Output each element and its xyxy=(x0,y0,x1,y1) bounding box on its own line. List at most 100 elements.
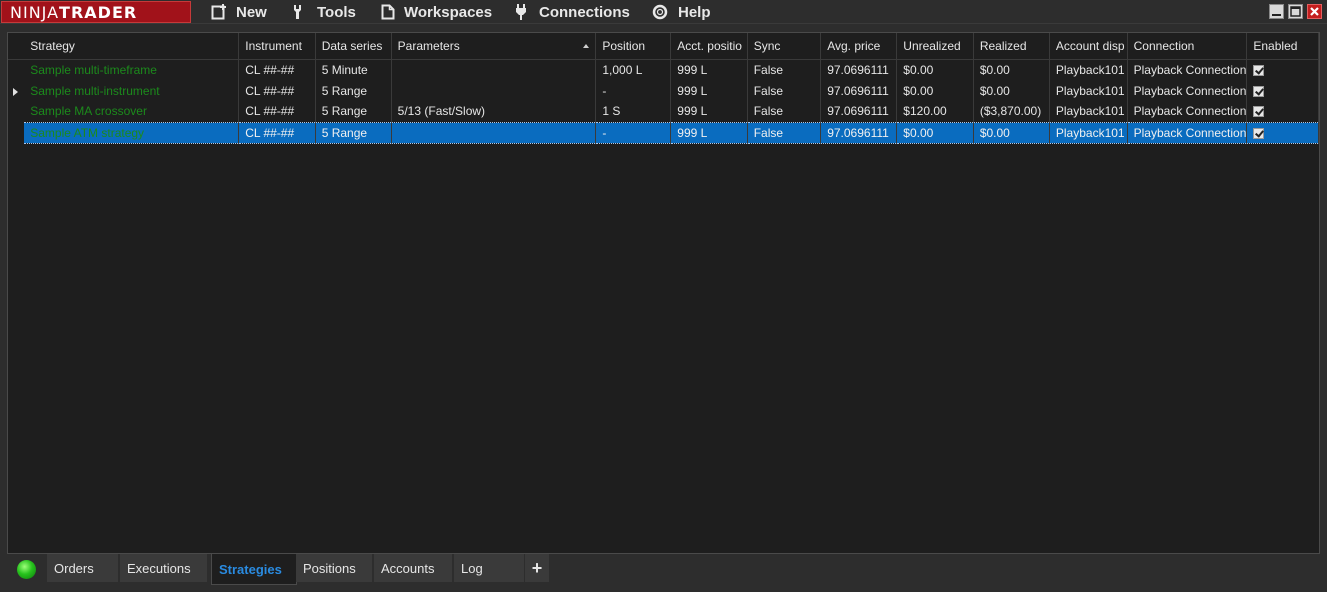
cell-connection: Playback Connection xyxy=(1127,101,1248,122)
cell-strategy: Sample multi-instrument xyxy=(24,80,240,101)
menu-connections[interactable]: Connections xyxy=(515,0,630,24)
cell-unrealized: $0.00 xyxy=(896,80,974,101)
col-header-instrument[interactable]: Instrument xyxy=(238,33,316,60)
col-header-realized[interactable]: Realized xyxy=(973,33,1050,60)
enabled-checkbox[interactable] xyxy=(1253,106,1265,118)
tab-orders[interactable]: Orders xyxy=(47,554,118,582)
new-icon xyxy=(211,4,226,20)
close-button[interactable] xyxy=(1307,4,1322,19)
col-header-parameters[interactable]: Parameters xyxy=(391,33,597,60)
cell-strategy: Sample ATM strategy xyxy=(24,121,240,144)
col-header-parameters-label: Parameters xyxy=(397,38,460,53)
menu-help[interactable]: Help xyxy=(652,0,711,24)
col-header-sync[interactable]: Sync xyxy=(747,33,822,60)
cell-parameters xyxy=(391,80,597,101)
cell-acct-position: 999 L xyxy=(670,101,748,122)
cell-enabled xyxy=(1246,121,1319,144)
cell-avg-price: 97.0696111 xyxy=(820,80,898,101)
menu-tools[interactable]: Tools xyxy=(292,0,356,24)
row-indicator xyxy=(8,59,24,80)
cell-sync: False xyxy=(747,80,822,101)
cell-acct-position: 999 L xyxy=(670,80,748,101)
table-row-selected[interactable]: Sample ATM strategy CL ##-## 5 Range - 9… xyxy=(8,121,1319,144)
cell-account-display: Playback101 xyxy=(1049,101,1128,122)
cell-realized: $0.00 xyxy=(973,80,1050,101)
bottom-tab-bar: Orders Executions Strategies Positions A… xyxy=(7,554,1320,585)
cell-realized: ($3,870.00) xyxy=(973,101,1050,122)
cell-account-display: Playback101 xyxy=(1049,121,1128,144)
maximize-icon xyxy=(1290,6,1301,17)
table-row[interactable]: Sample multi-timeframe CL ##-## 5 Minute… xyxy=(8,59,1319,80)
cell-parameters: 5/13 (Fast/Slow) xyxy=(391,101,597,122)
logo-text-trader: TRADER xyxy=(59,2,138,22)
cell-data-series: 5 Range xyxy=(315,80,392,101)
strategies-table: Strategy Instrument Data series Paramete… xyxy=(8,33,1319,144)
row-indicator xyxy=(8,101,24,122)
minimize-icon xyxy=(1272,14,1281,16)
menu-new-label: New xyxy=(236,3,267,21)
enabled-checkbox[interactable] xyxy=(1253,64,1265,76)
cell-enabled xyxy=(1246,59,1319,80)
menu-workspaces[interactable]: Workspaces xyxy=(381,0,492,24)
col-header-enabled[interactable]: Enabled xyxy=(1246,33,1319,60)
wrench-icon xyxy=(294,5,301,19)
cell-instrument: CL ##-## xyxy=(238,80,316,101)
col-header-strategy[interactable]: Strategy xyxy=(24,33,240,60)
cell-connection: Playback Connection xyxy=(1127,80,1248,101)
menu-connections-label: Connections xyxy=(539,3,630,21)
cell-data-series: 5 Range xyxy=(315,121,392,144)
cell-instrument: CL ##-## xyxy=(238,121,316,144)
enabled-checkbox[interactable] xyxy=(1253,127,1265,139)
add-tab-button[interactable]: + xyxy=(525,554,549,582)
cell-sync: False xyxy=(747,101,822,122)
tab-executions[interactable]: Executions xyxy=(120,554,207,582)
cell-parameters xyxy=(391,59,597,80)
cell-avg-price: 97.0696111 xyxy=(820,59,898,80)
enabled-checkbox[interactable] xyxy=(1253,85,1265,97)
cell-data-series: 5 Range xyxy=(315,101,392,122)
plug-icon xyxy=(516,4,526,20)
cell-enabled xyxy=(1246,101,1319,122)
menu-workspaces-label: Workspaces xyxy=(404,3,493,21)
row-indicator xyxy=(8,122,25,143)
menu-new[interactable]: New xyxy=(211,0,267,24)
cell-avg-price: 97.0696111 xyxy=(820,101,898,122)
cell-strategy: Sample multi-timeframe xyxy=(24,59,240,80)
col-header-avg-price[interactable]: Avg. price xyxy=(820,33,898,60)
maximize-button[interactable] xyxy=(1288,4,1303,19)
col-header-acct-position[interactable]: Acct. positio xyxy=(670,33,748,60)
cell-acct-position: 999 L xyxy=(670,121,748,144)
col-header-position[interactable]: Position xyxy=(595,33,672,60)
col-header-account-display[interactable]: Account disp xyxy=(1049,33,1128,60)
sort-ascending-icon xyxy=(583,44,590,48)
cell-account-display: Playback101 xyxy=(1049,59,1128,80)
cell-instrument: CL ##-## xyxy=(238,59,316,80)
cell-position: 1,000 L xyxy=(595,59,672,80)
col-header-unrealized[interactable]: Unrealized xyxy=(896,33,974,60)
cell-sync: False xyxy=(747,121,822,144)
cell-parameters xyxy=(391,121,597,144)
cell-unrealized: $120.00 xyxy=(896,101,974,122)
tab-accounts[interactable]: Accounts xyxy=(374,554,452,582)
cell-position: - xyxy=(595,121,672,144)
lifebuoy-icon xyxy=(652,4,668,20)
col-header-connection[interactable]: Connection xyxy=(1127,33,1248,60)
cell-realized: $0.00 xyxy=(973,59,1050,80)
cell-position: - xyxy=(595,80,672,101)
cell-avg-price: 97.0696111 xyxy=(820,121,898,144)
header-indicator xyxy=(8,33,25,60)
tab-strategies[interactable]: Strategies xyxy=(211,554,297,585)
cell-acct-position: 999 L xyxy=(670,59,748,80)
tab-log[interactable]: Log xyxy=(454,554,524,582)
menu-help-label: Help xyxy=(678,3,711,21)
cell-position: 1 S xyxy=(595,101,672,122)
table-row[interactable]: Sample multi-instrument CL ##-## 5 Range… xyxy=(8,80,1319,101)
tab-positions[interactable]: Positions xyxy=(296,554,372,582)
table-header-row: Strategy Instrument Data series Paramete… xyxy=(8,33,1319,60)
minimize-button[interactable] xyxy=(1269,4,1284,19)
cell-connection: Playback Connection xyxy=(1127,121,1248,144)
table-row[interactable]: Sample MA crossover CL ##-## 5 Range 5/1… xyxy=(8,101,1319,122)
ninjatrader-logo[interactable]: NINJA TRADER xyxy=(1,1,191,23)
cell-unrealized: $0.00 xyxy=(896,121,974,144)
col-header-data-series[interactable]: Data series xyxy=(315,33,392,60)
